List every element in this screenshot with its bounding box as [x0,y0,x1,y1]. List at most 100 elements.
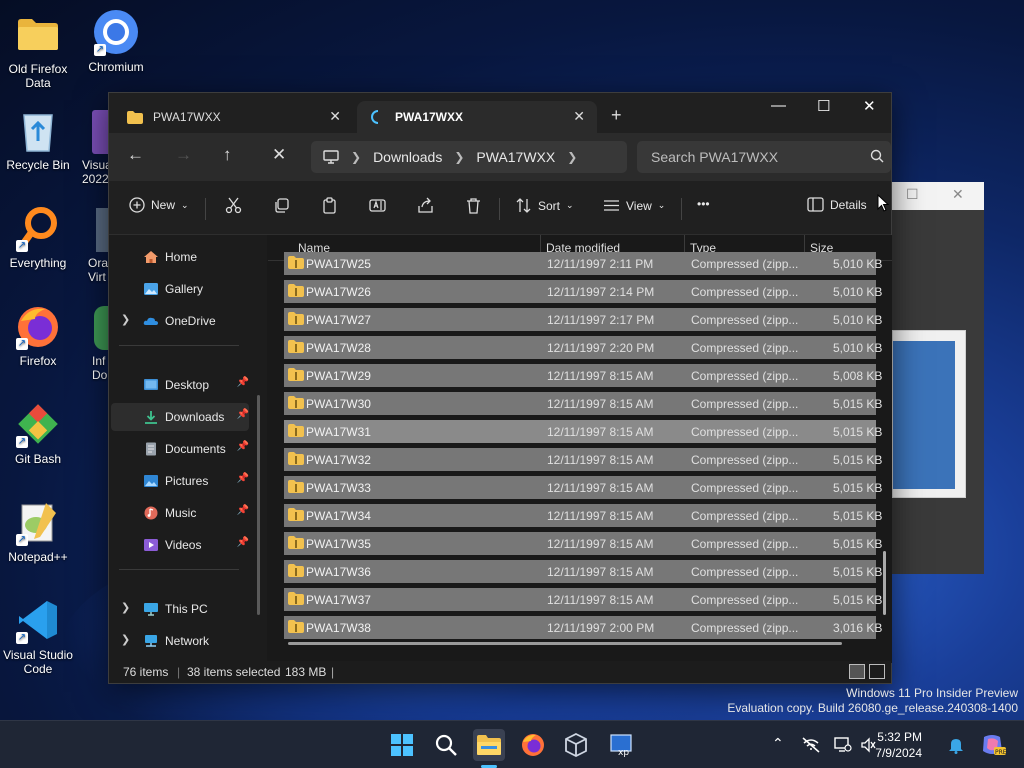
clock-date: 7/9/2024 [875,746,922,760]
sort-button[interactable]: Sort ⌄ [515,197,574,214]
close-tab-icon[interactable]: ✕ [573,108,585,125]
taskbar-virtualbox[interactable] [560,729,592,761]
sidebar-item-documents[interactable]: Documents 📌 [111,435,249,463]
network-disconnected-icon[interactable] [802,737,820,753]
table-row[interactable]: PWA17W32 12/11/1997 8:15 AM Compressed (zi… [284,448,882,471]
display-icon[interactable] [834,737,852,753]
rename-button[interactable] [369,197,386,214]
tab-pwa17wxx-1[interactable]: PWA17WXX ✕ [113,101,353,133]
sidebar-item-home[interactable]: Home [111,243,249,271]
view-button[interactable]: View ⌄ [603,197,665,214]
table-row[interactable]: PWA17W37 12/11/1997 8:15 AM Compressed (zi… [284,588,882,611]
chevron-right-icon[interactable]: ❯ [121,633,130,646]
table-row[interactable]: PWA17W35 12/11/1997 8:15 AM Compressed (zi… [284,532,882,555]
sidebar-item-this-pc[interactable]: ❯ This PC [111,595,249,623]
desktop-icon-oracle-virtualbox[interactable]: Ora Virt [62,208,108,284]
close-tab-icon[interactable]: ✕ [329,108,341,125]
horizontal-scrollbar[interactable] [288,642,842,645]
pin-icon[interactable]: 📌 [237,377,249,388]
table-row[interactable]: PWA17W28 12/11/1997 2:20 PM Compressed (zi… [284,336,882,359]
table-row[interactable]: PWA17W38 12/11/1997 2:00 PM Compressed (zi… [284,616,882,639]
cut-button[interactable] [225,197,242,214]
desktop-icon-chromium[interactable]: ↗ Chromium [78,8,154,74]
table-row[interactable]: PWA17W34 12/11/1997 8:15 AM Compressed (zi… [284,504,882,527]
chevron-right-icon[interactable]: ❯ [121,313,130,326]
table-row[interactable]: PWA17W27 12/11/1997 2:17 PM Compressed (zi… [284,308,882,331]
sidebar-item-onedrive[interactable]: ❯ OneDrive [111,307,249,335]
system-clock[interactable]: 5:32 PM 7/9/2024 [862,729,922,761]
notification-bell-icon[interactable] [948,736,964,754]
new-tab-button[interactable]: + [611,105,622,126]
pin-icon[interactable]: 📌 [237,441,249,452]
zip-folder-icon [288,536,304,549]
table-row[interactable]: PWA17W30 12/11/1997 8:15 AM Compressed (zi… [284,392,882,415]
desktop-icon-app[interactable]: Inf Do [62,306,108,382]
sidebar-item-pictures[interactable]: Pictures 📌 [111,467,249,495]
desktop-icon [144,379,158,390]
close-icon[interactable]: ✕ [952,186,964,203]
taskbar-xp-mode[interactable]: xp [606,729,638,761]
delete-button[interactable] [465,197,482,214]
minimize-button[interactable]: — [771,97,786,114]
table-row[interactable]: PWA17W33 12/11/1997 8:15 AM Compressed (zi… [284,476,882,499]
share-icon [418,197,433,213]
table-row[interactable]: PWA17W26 12/11/1997 2:14 PM Compressed (zi… [284,280,882,303]
file-explorer-window[interactable]: PWA17WXX ✕ PWA17WXX ✕ + — ☐ ✕ ← → ↑ ✕ ❯ … [108,92,892,684]
table-row[interactable]: PWA17W29 12/11/1997 8:15 AM Compressed (zi… [284,364,882,387]
vertical-scrollbar[interactable] [883,551,886,615]
details-pane-button[interactable]: Details [807,197,867,212]
forward-button[interactable]: → [175,145,192,165]
desktop-icon-label: 2022 [82,172,108,186]
desktop-icon-vscode[interactable]: ↗ Visual Studio Code [0,596,76,676]
chevron-right-icon[interactable]: ❯ [121,601,130,614]
show-hidden-icons-button[interactable]: ⌃ [772,735,784,752]
desktop-icon-label: Visual Studio [3,648,73,662]
breadcrumb-downloads[interactable]: Downloads [373,149,442,165]
pin-icon[interactable]: 📌 [237,409,249,420]
up-button[interactable]: ↑ [223,145,232,165]
navigation-scrollbar[interactable] [257,395,260,615]
cell-date-modified: 12/11/1997 2:20 PM [547,341,655,355]
copilot-icon[interactable]: PRE [980,733,1006,757]
share-button[interactable] [417,197,434,214]
large-icons-view-button[interactable] [869,664,885,679]
table-row[interactable]: PWA17W31 12/11/1997 8:15 AM Compressed (zi… [284,420,882,443]
sidebar-item-desktop[interactable]: Desktop 📌 [111,371,249,399]
maximize-icon[interactable]: ☐ [906,186,919,203]
maximize-button[interactable]: ☐ [817,97,830,115]
paste-button[interactable] [321,197,338,214]
start-button[interactable] [386,729,418,761]
pin-icon[interactable]: 📌 [237,537,249,548]
taskbar-search-button[interactable] [430,729,462,761]
taskbar-file-explorer[interactable] [473,729,505,761]
table-row[interactable]: PWA17W36 12/11/1997 8:15 AM Compressed (zi… [284,560,882,583]
table-row[interactable]: PWA17W25 12/11/1997 2:11 PM Compressed (zi… [284,252,882,275]
cell-name: PWA17W25 [306,257,371,271]
search-input[interactable]: Search PWA17WXX [637,141,891,173]
more-options-button[interactable]: ••• [697,197,710,211]
sidebar-item-videos[interactable]: Videos 📌 [111,531,249,559]
address-box[interactable]: ❯ Downloads ❯ PWA17WXX ❯ [311,141,627,173]
desktop-icon-old-firefox-data[interactable]: Old Firefox Data [0,10,76,90]
sidebar-item-music[interactable]: Music 📌 [111,499,249,527]
tab-pwa17wxx-2[interactable]: PWA17WXX ✕ [357,101,597,133]
taskbar-firefox[interactable] [517,729,549,761]
stop-button[interactable]: ✕ [272,145,286,165]
back-button[interactable]: ← [127,145,144,165]
desktop-icon-git-bash[interactable]: ↗ Git Bash [0,400,76,466]
details-view-button[interactable] [849,664,865,679]
sidebar-item-network[interactable]: ❯ Network [111,627,249,655]
chevron-right-icon[interactable]: ❯ [567,150,577,164]
zip-folder-icon [288,256,304,269]
pin-icon[interactable]: 📌 [237,505,249,516]
breadcrumb-pwa17wxx[interactable]: PWA17WXX [476,149,555,165]
sidebar-item-gallery[interactable]: Gallery [111,275,249,303]
desktop-icon-visual-studio[interactable]: Visua 2022 [62,110,108,186]
pin-icon[interactable]: 📌 [237,473,249,484]
background-window[interactable]: ☐ ✕ [880,182,984,574]
copy-button[interactable] [273,197,290,214]
close-button[interactable]: ✕ [863,97,876,115]
new-button[interactable]: New ⌄ [129,197,189,213]
desktop-icon-notepadpp[interactable]: ↗ Notepad++ [0,498,76,564]
sidebar-item-downloads[interactable]: Downloads 📌 [111,403,249,431]
